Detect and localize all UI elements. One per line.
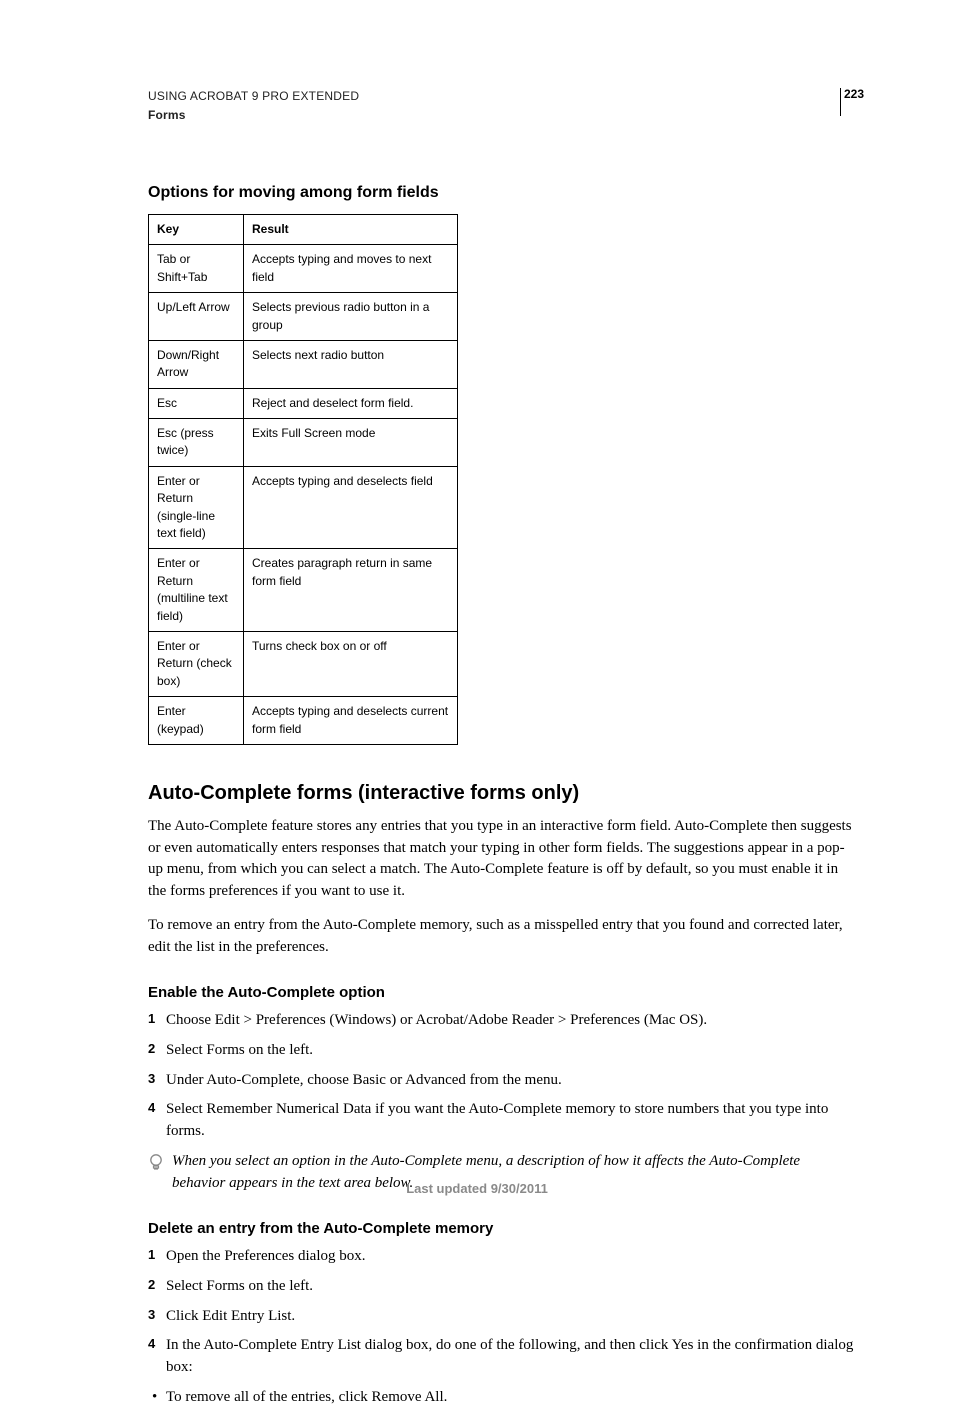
cell-key: Enter or Return (single-line text field) — [149, 466, 244, 549]
table-row: Down/Right ArrowSelects next radio butto… — [149, 340, 458, 388]
steps-delete: Open the Preferences dialog box. Select … — [148, 1246, 854, 1379]
step-item: Select Remember Numerical Data if you wa… — [148, 1099, 854, 1143]
table-header-row: Key Result — [149, 214, 458, 244]
th-result: Result — [244, 214, 458, 244]
th-key: Key — [149, 214, 244, 244]
running-header-line1: USING ACROBAT 9 PRO EXTENDED — [148, 89, 359, 103]
cell-result: Selects next radio button — [244, 340, 458, 388]
step-item: Open the Preferences dialog box. — [148, 1246, 854, 1268]
table-row: Enter or Return (single-line text field)… — [149, 466, 458, 549]
bullet-item: To remove all of the entries, click Remo… — [148, 1387, 854, 1409]
lightbulb-icon — [148, 1153, 164, 1181]
table-row: Enter or Return (check box)Turns check b… — [149, 632, 458, 697]
table-row: Up/Left ArrowSelects previous radio butt… — [149, 293, 458, 341]
step-item: In the Auto-Complete Entry List dialog b… — [148, 1335, 854, 1379]
cell-key: Enter or Return (multiline text field) — [149, 549, 244, 632]
step-item: Click Edit Entry List. — [148, 1306, 854, 1328]
sub-heading-enable: Enable the Auto-Complete option — [148, 982, 854, 1004]
cell-key: Tab or Shift+Tab — [149, 245, 244, 293]
cell-result: Exits Full Screen mode — [244, 419, 458, 467]
header-divider — [840, 88, 841, 116]
bullet-list: To remove all of the entries, click Remo… — [148, 1387, 854, 1409]
table-row: Tab or Shift+TabAccepts typing and moves… — [149, 245, 458, 293]
cell-result: Reject and deselect form field. — [244, 388, 458, 418]
table-row: Enter (keypad)Accepts typing and deselec… — [149, 697, 458, 745]
keyboard-table: Key Result Tab or Shift+TabAccepts typin… — [148, 214, 458, 745]
running-header-line2: Forms — [148, 107, 854, 124]
step-item: Select Forms on the left. — [148, 1040, 854, 1062]
cell-key: Enter (keypad) — [149, 697, 244, 745]
footer-updated: Last updated 9/30/2011 — [0, 1180, 954, 1199]
cell-result: Accepts typing and moves to next field — [244, 245, 458, 293]
section-heading-options: Options for moving among form fields — [148, 181, 854, 204]
body-paragraph: To remove an entry from the Auto-Complet… — [148, 915, 854, 959]
cell-result: Creates paragraph return in same form fi… — [244, 549, 458, 632]
cell-key: Up/Left Arrow — [149, 293, 244, 341]
steps-enable: Choose Edit > Preferences (Windows) or A… — [148, 1010, 854, 1143]
cell-key: Down/Right Arrow — [149, 340, 244, 388]
page: 223 USING ACROBAT 9 PRO EXTENDED Forms O… — [0, 0, 954, 1235]
cell-key: Esc — [149, 388, 244, 418]
step-item: Under Auto-Complete, choose Basic or Adv… — [148, 1070, 854, 1092]
cell-result: Selects previous radio button in a group — [244, 293, 458, 341]
section-heading-autocomplete: Auto-Complete forms (interactive forms o… — [148, 779, 854, 808]
cell-result: Accepts typing and deselects current for… — [244, 697, 458, 745]
sub-heading-delete: Delete an entry from the Auto-Complete m… — [148, 1218, 854, 1240]
table-row: EscReject and deselect form field. — [149, 388, 458, 418]
table-row: Enter or Return (multiline text field)Cr… — [149, 549, 458, 632]
cell-key: Enter or Return (check box) — [149, 632, 244, 697]
step-item: Choose Edit > Preferences (Windows) or A… — [148, 1010, 854, 1032]
body-paragraph: The Auto-Complete feature stores any ent… — [148, 816, 854, 903]
step-item: Select Forms on the left. — [148, 1276, 854, 1298]
table-row: Esc (press twice)Exits Full Screen mode — [149, 419, 458, 467]
page-number: 223 — [844, 86, 864, 103]
cell-key: Esc (press twice) — [149, 419, 244, 467]
running-header: USING ACROBAT 9 PRO EXTENDED Forms — [148, 88, 854, 125]
cell-result: Turns check box on or off — [244, 632, 458, 697]
cell-result: Accepts typing and deselects field — [244, 466, 458, 549]
